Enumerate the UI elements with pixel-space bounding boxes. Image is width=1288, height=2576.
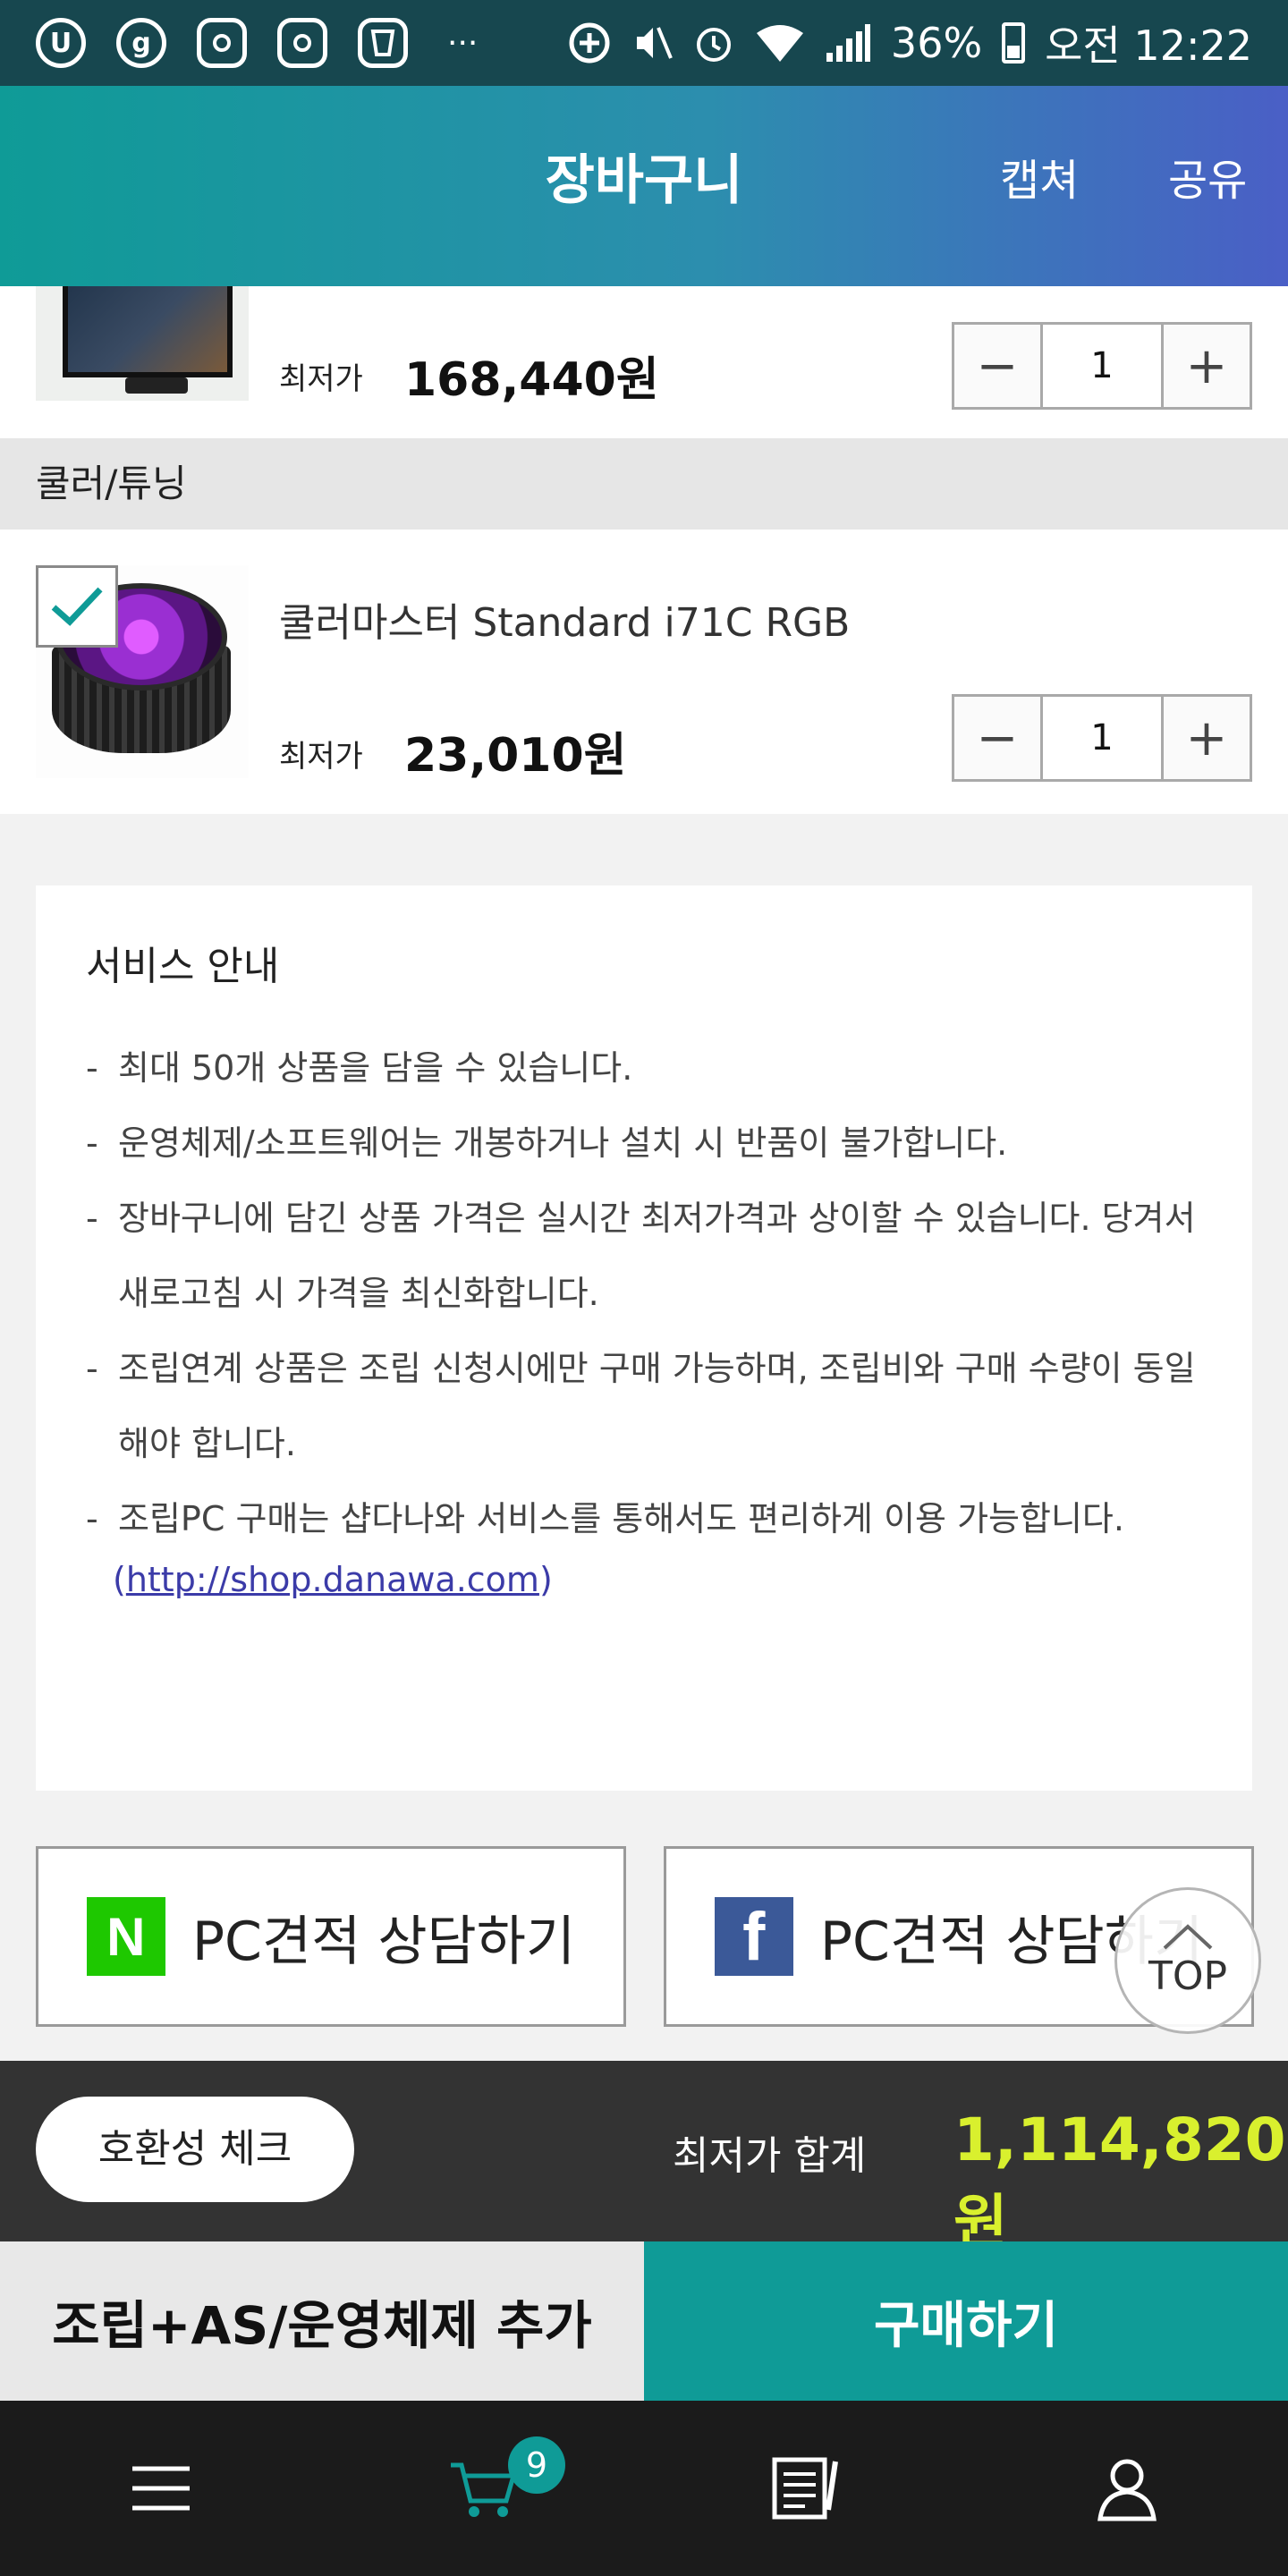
- action-bar: 조립+AS/운영체제 추가 구매하기: [0, 2241, 1288, 2401]
- page-title: 장바구니: [545, 149, 743, 212]
- nav-estimate[interactable]: [644, 2401, 966, 2576]
- add-assembly-os-button[interactable]: 조립+AS/운영체제 추가: [0, 2241, 644, 2401]
- category-header: 쿨러/튜닝: [0, 438, 1288, 530]
- service-notice: 서비스 안내 최대 50개 상품을 담을 수 있습니다. 운영체제/소프트웨어는…: [36, 886, 1252, 1791]
- notice-item: 조립연계 상품은 조립 신청시에만 구매 가능하며, 조립비와 구매 수량이 동…: [86, 1331, 1202, 1481]
- link-paren-open: (: [113, 1560, 126, 1599]
- system-status: 36% 오전 12:22: [567, 13, 1252, 72]
- bottom-navigation: 9: [0, 2401, 1288, 2576]
- shop-danawa-link[interactable]: (http://shop.danawa.com): [113, 1560, 553, 1599]
- item-price: 168,440원: [404, 353, 659, 407]
- scroll-top-button[interactable]: TOP: [1114, 1887, 1261, 2034]
- notice-title: 서비스 안내: [86, 944, 280, 989]
- clock: 오전 12:22: [1045, 21, 1252, 70]
- document-icon: [772, 2457, 838, 2520]
- nav-mypage[interactable]: [966, 2401, 1288, 2576]
- checkmark-icon: [51, 587, 103, 626]
- buy-button[interactable]: 구매하기: [644, 2241, 1288, 2401]
- cart-item-cooler: 쿨러마스터 Standard i71C RGB 최저가 23,010원 − 1 …: [0, 530, 1288, 814]
- link-url[interactable]: http://shop.danawa.com: [126, 1560, 539, 1599]
- more-notifications-icon: ···: [447, 24, 479, 62]
- notice-item: 최대 50개 상품을 담을 수 있습니다.: [86, 1030, 1202, 1106]
- consult-label: PC견적 상담하기: [191, 1910, 576, 1973]
- item-price: 23,010원: [404, 729, 627, 783]
- nav-menu[interactable]: [0, 2401, 322, 2576]
- cart-count-badge: 9: [508, 2436, 565, 2494]
- total-label: 최저가 합계: [673, 2133, 867, 2179]
- mute-icon: [636, 27, 673, 59]
- nav-cart[interactable]: 9: [322, 2401, 644, 2576]
- signal-icon: [826, 24, 870, 62]
- quantity-stepper: − 1 +: [952, 694, 1252, 782]
- wifi-icon: [756, 25, 803, 62]
- decrease-quantity-button[interactable]: −: [954, 325, 1040, 407]
- top-label: TOP: [1148, 1953, 1228, 1999]
- capture-button[interactable]: 캡쳐: [1000, 86, 1079, 286]
- cart-item-monitor: 최저가 168,440원 − 1 +: [0, 286, 1288, 438]
- data-saver-icon: [569, 22, 610, 64]
- item-checkbox[interactable]: [36, 565, 118, 648]
- naver-logo-icon: N: [86, 1897, 165, 1976]
- app-header: 장바구니 캡쳐 공유: [0, 86, 1288, 286]
- battery-icon: [1002, 22, 1026, 64]
- chevron-up-icon: [1163, 1923, 1213, 1949]
- user-icon: [1097, 2459, 1157, 2521]
- hamburger-menu-icon: [132, 2466, 190, 2511]
- lowest-price-label: 최저가: [279, 361, 363, 397]
- naver-consult-button[interactable]: N PC견적 상담하기: [36, 1846, 626, 2027]
- quantity-stepper: − 1 +: [952, 322, 1252, 410]
- price-summary-bar: 호환성 체크 최저가 합계 1,114,820원: [0, 2061, 1288, 2257]
- status-bar: U g ··· 36% 오전 12:22: [0, 0, 1288, 86]
- quantity-value[interactable]: 1: [1040, 325, 1164, 407]
- product-name[interactable]: 쿨러마스터 Standard i71C RGB: [279, 590, 850, 648]
- notice-item: 장바구니에 담긴 상품 가격은 실시간 최저가격과 상이할 수 있습니다. 당겨…: [86, 1181, 1202, 1331]
- increase-quantity-button[interactable]: +: [1164, 325, 1250, 407]
- instagram-icon: [197, 18, 247, 68]
- total-price: 1,114,820원: [953, 2106, 1286, 2257]
- instagram-icon: [277, 18, 327, 68]
- notice-item: 조립PC 구매는 샵다나와 서비스를 통해서도 편리하게 이용 가능합니다.: [86, 1481, 1202, 1556]
- notification-icons: U g ···: [36, 18, 478, 68]
- decrease-quantity-button[interactable]: −: [954, 697, 1040, 779]
- facebook-logo-icon: f: [714, 1897, 793, 1976]
- notice-item: 운영체제/소프트웨어는 개봉하거나 설치 시 반품이 불가합니다.: [86, 1106, 1202, 1181]
- lowest-price-label: 최저가: [279, 739, 363, 775]
- link-paren-close: ): [538, 1560, 553, 1599]
- monitor-product-image[interactable]: [36, 286, 249, 401]
- g-app-icon: g: [116, 18, 166, 68]
- quantity-value[interactable]: 1: [1040, 697, 1164, 779]
- uplus-app-icon: U: [36, 18, 86, 68]
- cup-app-icon: [358, 18, 408, 68]
- compatibility-check-button[interactable]: 호환성 체크: [36, 2097, 354, 2202]
- share-button[interactable]: 공유: [1168, 86, 1247, 286]
- alarm-icon: [696, 28, 731, 62]
- battery-percent: 36%: [890, 19, 983, 67]
- increase-quantity-button[interactable]: +: [1164, 697, 1250, 779]
